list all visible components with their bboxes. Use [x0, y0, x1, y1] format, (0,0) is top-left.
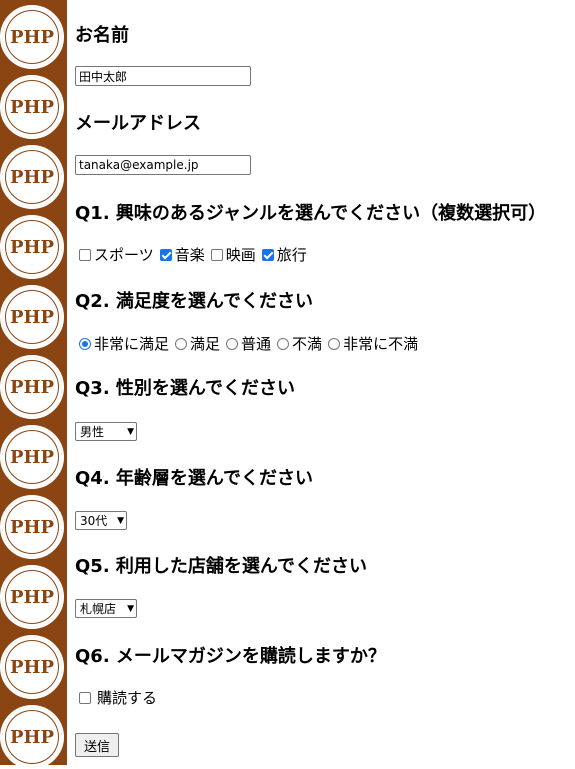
php-logo: PHP [0, 355, 64, 419]
genre-checkbox-travel[interactable] [261, 248, 274, 261]
php-logo: PHP [0, 635, 64, 699]
store-select-value: 札幌店 [80, 602, 117, 616]
store-select[interactable]: 札幌店 ▼ [75, 599, 137, 618]
name-label: お名前 [75, 25, 129, 46]
satisfaction-radio-satisfied[interactable] [175, 337, 188, 350]
satisfaction-radio-very-dissatisfied[interactable] [328, 337, 341, 350]
genre-options: スポーツ 音楽 映画 旅行 [79, 244, 313, 265]
genre-checkbox-music[interactable] [159, 248, 172, 261]
satisfaction-label-dissatisfied: 不満 [292, 335, 323, 353]
php-logo: PHP [0, 5, 64, 69]
chevron-down-icon: ▼ [117, 515, 124, 526]
php-logo: PHP [0, 705, 64, 769]
gender-select-value: 男性 [80, 425, 105, 439]
chevron-down-icon: ▼ [127, 603, 134, 614]
satisfaction-label-neutral: 普通 [241, 335, 272, 353]
genre-checkbox-movie[interactable] [210, 248, 223, 261]
satisfaction-label-satisfied: 満足 [190, 335, 221, 353]
satisfaction-label-very-dissatisfied: 非常に不満 [343, 335, 419, 353]
newsletter-option: 購読する [79, 687, 163, 708]
age-select-value: 30代 [80, 514, 108, 528]
chevron-down-icon: ▼ [127, 426, 134, 437]
php-logo: PHP [0, 145, 64, 209]
q1-label: Q1. 興味のあるジャンルを選んでください（複数選択可） [75, 203, 547, 224]
satisfaction-radio-very-satisfied[interactable] [79, 337, 91, 350]
newsletter-label: 購読する [97, 689, 158, 707]
php-logo: PHP [0, 75, 64, 139]
q6-label: Q6. メールマガジンを購読しますか？ [75, 646, 386, 667]
newsletter-checkbox[interactable] [79, 691, 91, 704]
q5-label: Q5. 利用した店舗を選んでください [75, 556, 368, 577]
php-logo: PHP [0, 565, 64, 629]
php-logo: PHP [0, 425, 64, 489]
genre-label-movie: 映画 [225, 246, 256, 264]
email-label: メールアドレス [75, 113, 201, 134]
satisfaction-options: 非常に満足 満足 普通 不満 非常に不満 [79, 333, 424, 354]
satisfaction-radio-neutral[interactable] [226, 337, 239, 350]
gender-select[interactable]: 男性 ▼ [75, 422, 137, 441]
satisfaction-label-very-satisfied: 非常に満足 [94, 335, 170, 353]
email-input[interactable] [75, 155, 251, 175]
satisfaction-radio-dissatisfied[interactable] [277, 337, 290, 350]
genre-label-sports: スポーツ [94, 246, 154, 264]
sidebar: PHP PHP PHP PHP PHP PHP PHP PHP PHP PHP … [0, 0, 67, 769]
age-select[interactable]: 30代 ▼ [75, 511, 127, 530]
genre-checkbox-sports[interactable] [79, 248, 91, 261]
php-logo: PHP [0, 495, 64, 559]
php-logo: PHP [0, 285, 64, 349]
name-input[interactable] [75, 66, 251, 86]
submit-button[interactable]: 送信 [75, 733, 120, 757]
q4-label: Q4. 年齢層を選んでください [75, 468, 314, 489]
q3-label: Q3. 性別を選んでください [75, 378, 296, 399]
genre-label-travel: 旅行 [276, 246, 307, 264]
php-logo: PHP [0, 215, 64, 279]
q2-label: Q2. 満足度を選んでください [75, 291, 314, 312]
genre-label-music: 音楽 [174, 246, 205, 264]
